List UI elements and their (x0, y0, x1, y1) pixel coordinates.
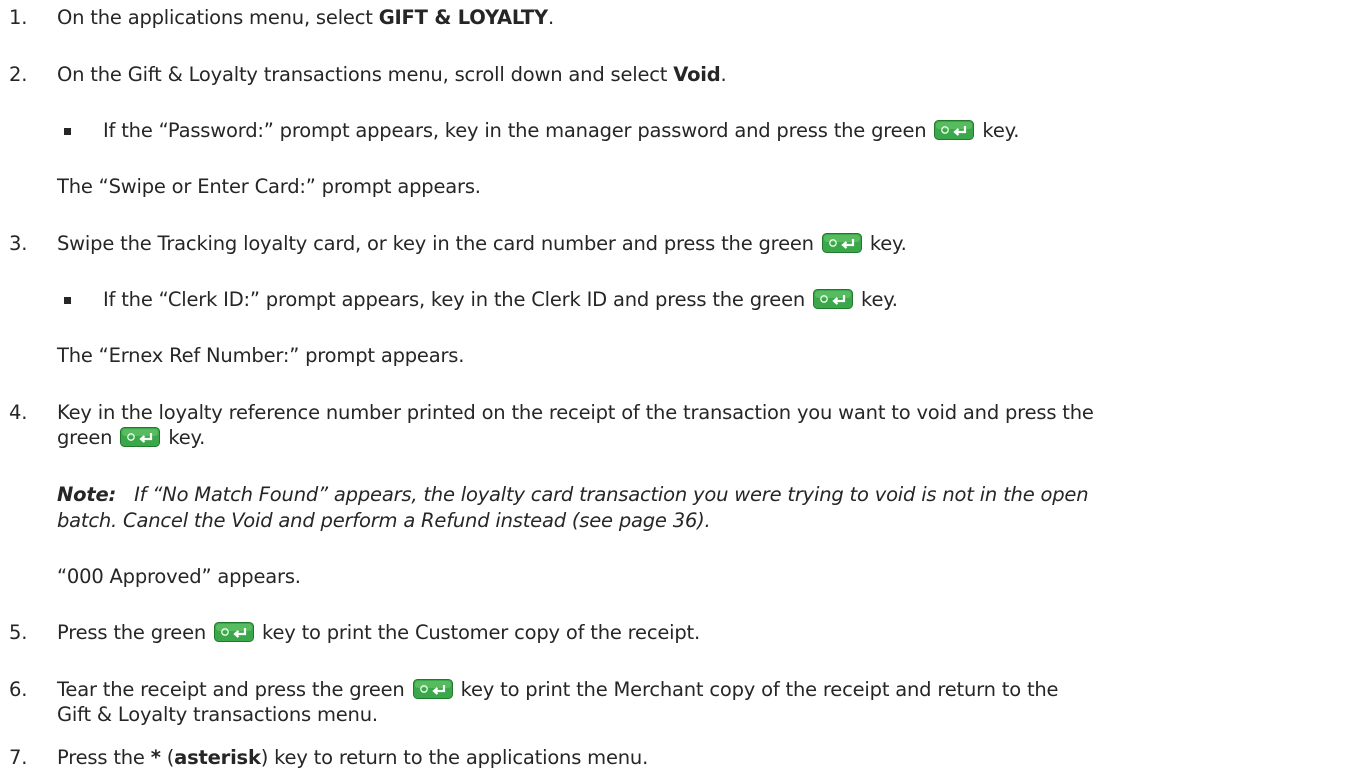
step-text: Press the green (57, 621, 213, 644)
step-text: green (57, 426, 119, 449)
note-text: If “No Match Found” appears, the loyalty… (134, 483, 1089, 506)
ernex-prompt-text: The “Ernex Ref Number:” prompt appears. (57, 344, 465, 367)
bullet-marker (64, 128, 71, 135)
note-line1: Note: If “No Match Found” appears, the lo… (57, 482, 1089, 508)
bullet-text: key. (976, 119, 1020, 142)
step-number: 7. (9, 746, 28, 769)
swipe-prompt-text: The “Swipe or Enter Card:” prompt appear… (57, 175, 481, 198)
step-text: key to print the Merchant copy of the re… (454, 678, 1059, 701)
asterisk-symbol: * (150, 746, 161, 769)
step-text: On the applications menu, select (57, 6, 379, 29)
green-enter-key-icon (214, 622, 255, 642)
step-text: Tear the receipt and press the green (57, 678, 411, 701)
step-6-text-line2: Gift & Loyalty transactions menu. (57, 703, 378, 726)
note-line2: batch. Cancel the Void and perform a Ref… (57, 509, 711, 532)
green-enter-key-icon (813, 289, 854, 309)
step-number: 2. (9, 63, 28, 86)
bullet-text: key. (855, 288, 898, 311)
step-2-text: On the Gift & Loyalty transactions menu,… (57, 62, 727, 88)
step-number: 6. (9, 678, 28, 701)
step-text: . (547, 6, 554, 29)
password-bullet-text: If the “Password:” prompt appears, key i… (103, 118, 1019, 144)
bullet-text: If the “Clerk ID:” prompt appears, key i… (103, 288, 812, 311)
step-text: key to print the Customer copy of the re… (256, 621, 700, 644)
step-number: 5. (9, 621, 28, 644)
green-enter-key-icon (120, 427, 161, 447)
step-text: On the Gift & Loyalty transactions menu,… (57, 63, 674, 86)
note-label: Note: (57, 483, 117, 506)
menu-option-gift-loyalty: GIFT & LOYALTY (378, 6, 548, 29)
step-number: 1. (9, 6, 28, 29)
step-6-text-line1: Tear the receipt and press the green key… (57, 677, 1059, 703)
step-7-text: Press the * (asterisk) key to return to … (57, 745, 648, 771)
green-enter-key-icon (821, 233, 862, 253)
document-page: 1. On the applications menu, select GIFT… (0, 0, 1359, 772)
step-4-text-line2: green key. (57, 425, 205, 451)
step-5-text: Press the green key to print the Custome… (57, 620, 700, 646)
step-number: 3. (9, 232, 28, 255)
step-text: . (720, 63, 727, 86)
step-4-text-line1: Key in the loyalty reference number prin… (57, 401, 1094, 424)
clerk-bullet-text: If the “Clerk ID:” prompt appears, key i… (103, 287, 898, 313)
asterisk-word: asterisk (174, 746, 261, 769)
step-text: key. (162, 426, 206, 449)
step-text: ) key to return to the applications menu… (260, 746, 649, 769)
menu-option-void: Void (673, 63, 721, 86)
green-enter-key-icon (934, 120, 975, 140)
step-3-text: Swipe the Tracking loyalty card, or key … (57, 231, 907, 257)
approved-text: “000 Approved” appears. (57, 565, 301, 588)
green-enter-key-icon (412, 679, 453, 699)
step-number: 4. (9, 401, 28, 424)
step-text: ( (160, 746, 175, 769)
bullet-text: If the “Password:” prompt appears, key i… (103, 119, 933, 142)
bullet-marker (64, 297, 71, 304)
step-1-text: On the applications menu, select GIFT & … (57, 5, 554, 31)
step-text: key. (863, 232, 907, 255)
step-text: Press the (57, 746, 151, 769)
step-text: Swipe the Tracking loyalty card, or key … (57, 232, 820, 255)
